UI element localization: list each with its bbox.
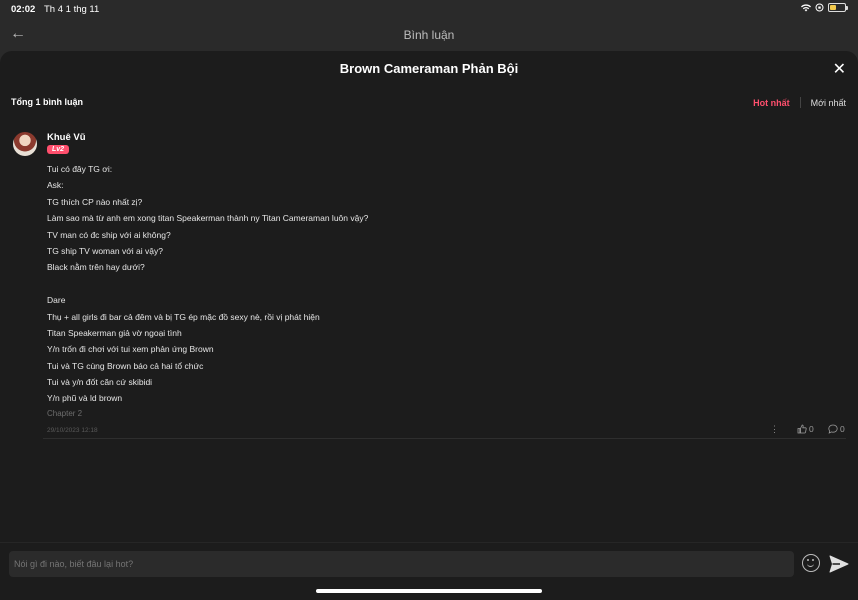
comment-meta: 29/10/2023 12:18 ⋮ 0 0	[47, 424, 846, 438]
battery-icon	[828, 3, 848, 12]
status-icons	[801, 3, 848, 12]
sort-hot-tab[interactable]: Hot nhất	[753, 98, 790, 108]
like-button[interactable]: 0	[797, 424, 814, 434]
close-icon[interactable]: ✕	[833, 59, 846, 79]
comment-line: Dare	[47, 295, 66, 306]
comment-line: Tui và TG cùng Brown báo cả hai tổ chức	[47, 360, 204, 371]
sheet-title: Brown Cameraman Phản Bội	[339, 61, 519, 76]
comment-line: TV man có đc ship với ai không?	[47, 229, 171, 240]
comment-line: Y/n phũ và ld brown	[47, 393, 123, 404]
like-count: 0	[809, 424, 814, 434]
orientation-lock-icon	[815, 3, 824, 12]
comment-input[interactable]	[9, 551, 794, 577]
comment-line	[47, 276, 827, 292]
comment-timestamp: 29/10/2023 12:18	[47, 427, 98, 434]
level-badge: Lv2	[47, 145, 70, 154]
thumbs-up-icon	[797, 424, 807, 434]
comment-line: Black nằm trên hay dưới?	[47, 262, 145, 273]
reply-button[interactable]: 0	[828, 424, 845, 434]
comments-sheet: Brown Cameraman Phản Bội ✕ Tổng 1 bình l…	[0, 51, 858, 600]
speech-bubble-icon	[828, 424, 838, 434]
comment-author[interactable]: Khuê Vũ	[47, 132, 86, 143]
send-icon[interactable]	[829, 554, 849, 574]
sort-tabs: Hot nhất Mới nhất	[753, 97, 846, 108]
comment-divider	[43, 438, 846, 439]
emoji-icon[interactable]	[802, 554, 820, 572]
comment-line: TG thích CP nào nhất zị?	[47, 196, 143, 207]
comment-line: Y/n trốn đi chơi với tui xem phản ứng Br…	[47, 344, 214, 355]
sort-divider	[799, 97, 801, 108]
status-bar: 02:02 Th 4 1 thg 11	[0, 0, 858, 18]
wifi-icon	[801, 3, 811, 11]
more-options-icon[interactable]: ⋮	[770, 424, 779, 435]
comment-line: Ask:	[47, 180, 64, 191]
comment-composer	[0, 542, 858, 600]
home-indicator	[316, 589, 542, 593]
avatar[interactable]	[13, 132, 37, 156]
reply-count: 0	[840, 424, 845, 434]
status-date: Th 4 1 thg 11	[44, 4, 100, 15]
comment-line: Titan Speakerman giả vờ ngoại tình	[47, 327, 182, 338]
status-time: 02:02	[11, 4, 36, 15]
comment-line: Tui có đây TG ơi:	[47, 164, 113, 174]
page-title: Bình luận	[403, 28, 455, 42]
chapter-link[interactable]: Chapter 2	[47, 407, 827, 421]
comment-line: Làm sao mà từ anh em xong titan Speakerm…	[47, 213, 369, 224]
comment-body: Tui có đây TG ơi: Ask: TG thích CP nào n…	[47, 161, 827, 421]
comment-count: Tổng 1 bình luận	[11, 97, 83, 107]
top-bar: ← Bình luận	[0, 18, 858, 50]
comment-line: Thụ + all girls đi bar cả đêm và bị TG é…	[47, 311, 320, 322]
sort-new-tab[interactable]: Mới nhất	[811, 98, 846, 108]
comment-line: TG ship TV woman với ai vậy?	[47, 245, 163, 256]
comment-line: Tui và y/n đốt căn cứ skibidi	[47, 377, 153, 388]
